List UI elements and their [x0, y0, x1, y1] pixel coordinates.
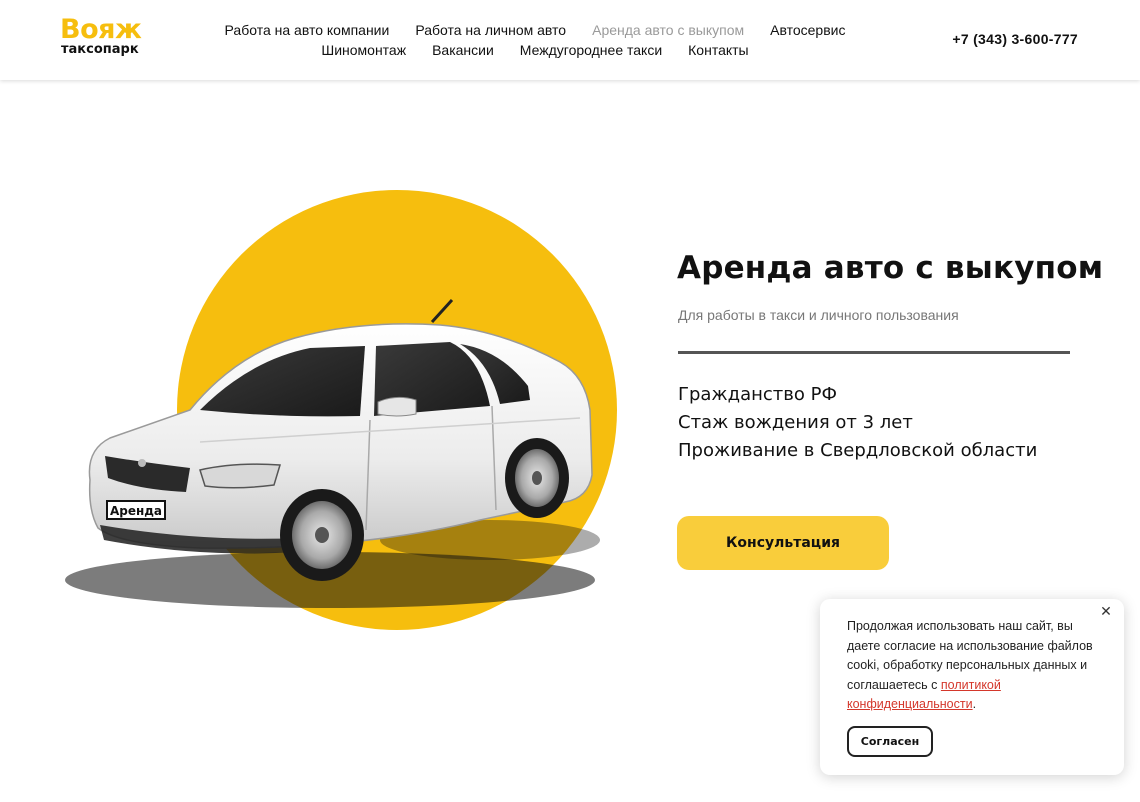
requirement-experience: Стаж вождения от 3 лет	[678, 412, 913, 433]
cookie-popup: ✕ Продолжая использовать наш сайт, вы да…	[820, 599, 1124, 775]
nav-link-autoservice[interactable]: Автосервис	[770, 20, 845, 40]
close-icon[interactable]: ✕	[1098, 604, 1114, 620]
car-illustration: Аренда	[65, 190, 617, 630]
requirement-residence: Проживание в Свердловской области	[678, 440, 1038, 461]
hero-title: Аренда авто с выкупом	[677, 250, 1104, 286]
hero-car-image: Аренда	[60, 180, 640, 640]
logo-sub-text: таксопарк	[61, 42, 139, 57]
plate-text: Аренда	[110, 504, 162, 518]
logo[interactable]: Вояж таксопарк	[60, 14, 160, 64]
hero-subtitle: Для работы в такси и личного пользования	[678, 307, 959, 323]
phone-number[interactable]: +7 (343) 3-600-777	[952, 31, 1078, 47]
nav-row-2: Шиномонтаж Вакансии Междугороднее такси …	[205, 40, 865, 60]
nav-link-rent-to-own[interactable]: Аренда авто с выкупом	[592, 20, 744, 40]
nav-link-company-car[interactable]: Работа на авто компании	[225, 20, 390, 40]
nav-link-tire-service[interactable]: Шиномонтаж	[321, 40, 406, 60]
divider	[678, 351, 1070, 354]
cookie-text-end: .	[972, 697, 977, 711]
consultation-button[interactable]: Консультация	[677, 516, 889, 570]
requirements-list: Гражданство РФ Стаж вождения от 3 лет Пр…	[678, 381, 1037, 465]
site-header: Вояж таксопарк Работа на авто компании Р…	[0, 0, 1140, 80]
cookie-accept-button[interactable]: Согласен	[847, 726, 933, 757]
nav-link-own-car[interactable]: Работа на личном авто	[415, 20, 566, 40]
requirement-citizenship: Гражданство РФ	[678, 384, 837, 405]
nav-row-1: Работа на авто компании Работа на личном…	[205, 20, 865, 40]
nav-link-vacancies[interactable]: Вакансии	[432, 40, 494, 60]
main-nav: Работа на авто компании Работа на личном…	[205, 20, 865, 60]
cookie-text: Продолжая использовать наш сайт, вы дает…	[847, 617, 1099, 715]
nav-link-contacts[interactable]: Контакты	[688, 40, 748, 60]
nav-link-intercity-taxi[interactable]: Междугороднее такси	[520, 40, 662, 60]
